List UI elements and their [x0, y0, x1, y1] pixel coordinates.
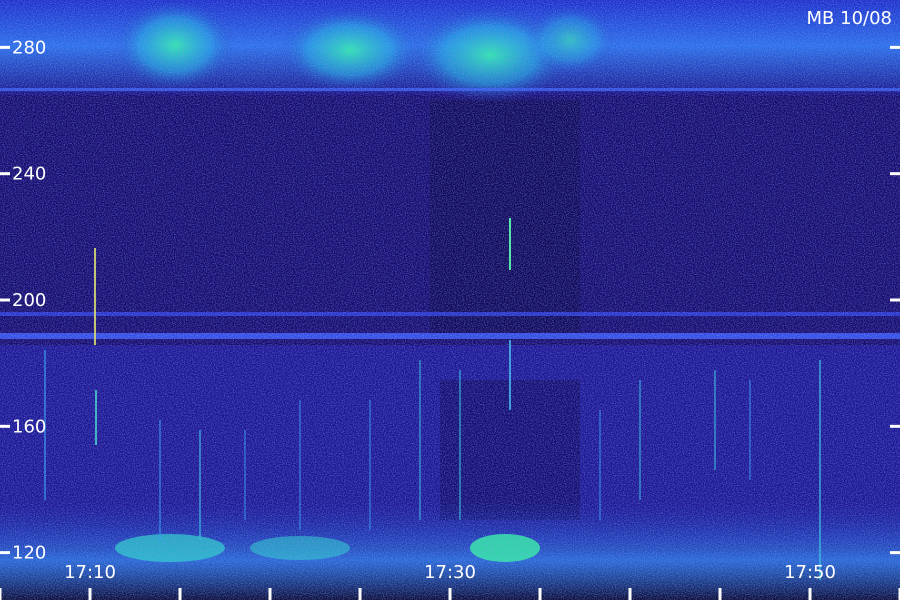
spectrogram-chart: 280 240 200 160 120 17:10 17:30 17:50 MB 10/08	[0, 0, 900, 600]
y-tick-left	[0, 424, 10, 428]
x-tick-label: 17:50	[784, 562, 836, 583]
y-tick-label: 240	[12, 164, 46, 185]
y-tick-right	[890, 172, 900, 176]
noise-texture	[0, 0, 900, 600]
x-tick	[178, 588, 182, 600]
x-tick	[628, 588, 632, 600]
x-tick	[538, 588, 542, 600]
y-tick-left	[0, 551, 10, 555]
y-tick-right	[890, 424, 900, 428]
y-tick-label: 120	[12, 543, 46, 564]
x-tick	[718, 588, 722, 600]
y-tick-label: 200	[12, 290, 46, 311]
x-tick	[448, 588, 452, 600]
x-tick-label: 17:30	[424, 562, 476, 583]
y-tick-left	[0, 45, 10, 49]
x-tick	[808, 588, 812, 600]
x-tick	[88, 588, 92, 600]
y-tick-right	[890, 298, 900, 302]
chart-title: MB 10/08	[807, 8, 892, 29]
x-tick	[268, 588, 272, 600]
y-tick-right	[890, 551, 900, 555]
x-tick	[358, 588, 362, 600]
y-tick-left	[0, 172, 10, 176]
x-tick-label: 17:10	[64, 562, 116, 583]
y-tick-left	[0, 298, 10, 302]
x-tick	[0, 588, 2, 600]
y-tick-right	[890, 45, 900, 49]
y-tick-label: 160	[12, 416, 46, 437]
y-tick-label: 280	[12, 37, 46, 58]
